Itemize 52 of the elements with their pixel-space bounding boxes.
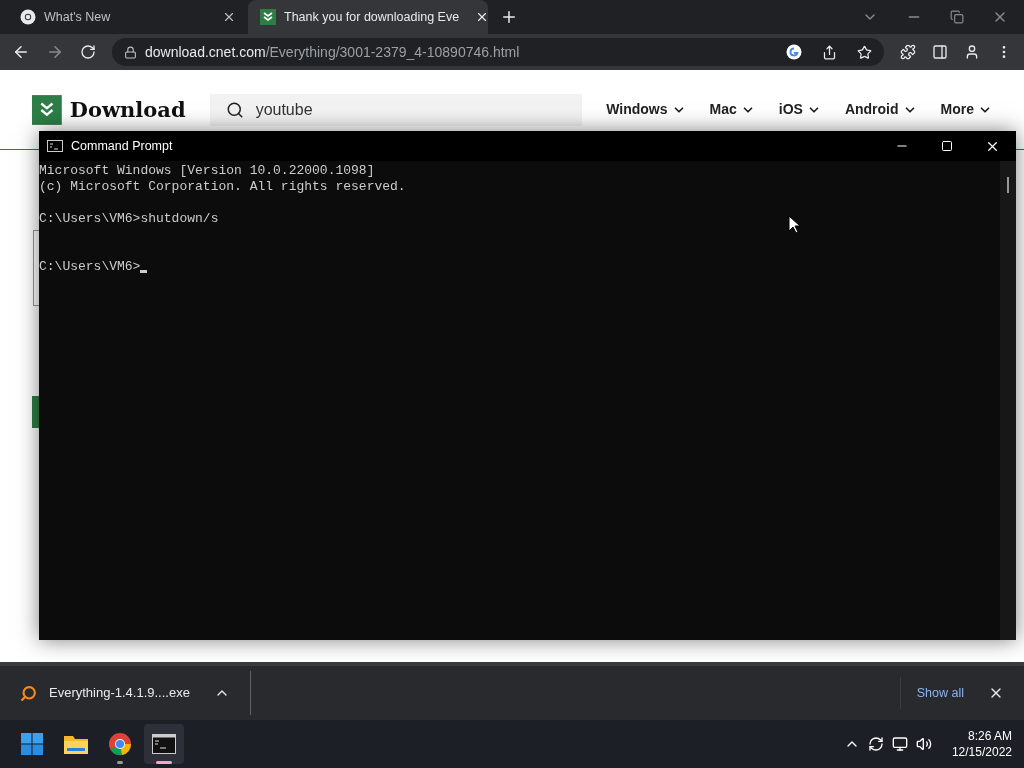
lock-icon	[124, 45, 137, 59]
forward-icon[interactable]	[46, 43, 64, 61]
nav-menu[interactable]: Android	[844, 99, 917, 120]
url-path: /Everything/3001-2379_4-10890746.html	[265, 42, 520, 62]
star-icon[interactable]	[857, 44, 872, 60]
url-host: download.cnet.com	[145, 42, 266, 62]
window-title: Command Prompt	[71, 137, 173, 155]
share-icon[interactable]	[822, 44, 837, 60]
taskbar-app[interactable]	[144, 724, 184, 764]
nav-menu[interactable]: iOS	[778, 99, 821, 120]
close-icon[interactable]	[222, 10, 236, 24]
restore-icon[interactable]	[950, 10, 964, 24]
download-file-name[interactable]: Everything-1.4.1.9....exe	[49, 683, 190, 703]
volume-icon[interactable]	[915, 736, 932, 752]
new-tab-icon[interactable]	[500, 8, 518, 26]
download-favicon-icon	[260, 9, 276, 25]
tab-title: What's New	[44, 8, 111, 26]
clock-date[interactable]: 12/15/2022	[951, 744, 1012, 760]
reload-icon[interactable]	[80, 44, 96, 60]
terminal-icon	[152, 734, 176, 754]
network-icon[interactable]	[891, 736, 908, 752]
address-field[interactable]: download.cnet.com/Everything/3001-2379_4-10890746.html	[112, 38, 884, 66]
sync-icon[interactable]	[867, 736, 884, 752]
console-line: Microsoft Windows [Version 10.0.22000.1098]	[39, 163, 375, 179]
side-panel-icon[interactable]	[932, 44, 948, 60]
tab-title: Thank you for downloading Eve	[284, 8, 460, 26]
scrollbar[interactable]	[1000, 161, 1016, 640]
windows-logo-icon	[20, 732, 44, 756]
magnifier-icon	[20, 684, 37, 702]
site-logo[interactable]: Download	[69, 93, 186, 126]
button-edge	[32, 396, 39, 428]
console-line: C:\Users\VM6>shutdown/s	[39, 211, 219, 227]
clock-time[interactable]: 8:26 AM	[967, 728, 1012, 744]
console-line: (c) Microsoft Corporation. All rights reserved.	[39, 179, 406, 195]
download-logo-icon	[32, 93, 62, 126]
google-icon[interactable]	[786, 44, 802, 60]
back-icon[interactable]	[12, 43, 30, 61]
search-icon	[225, 100, 244, 119]
maximize-icon[interactable]	[941, 140, 953, 152]
profile-icon[interactable]	[964, 44, 980, 60]
extensions-icon[interactable]	[900, 44, 916, 60]
nav-menu[interactable]: More	[940, 99, 992, 120]
nav-menu[interactable]: Mac	[709, 99, 755, 120]
search-field[interactable]: youtube	[209, 93, 583, 126]
browser-tab[interactable]: What's New	[8, 0, 248, 34]
browser-tab[interactable]: Thank you for downloading Eve	[248, 0, 488, 34]
mouse-pointer-icon	[788, 215, 800, 234]
search-value: youtube	[255, 99, 313, 120]
console-line: C:\Users\VM6>	[39, 259, 141, 275]
show-all-link[interactable]: Show all	[916, 683, 964, 703]
nav-menu[interactable]: Windows	[606, 99, 686, 120]
terminal-icon	[47, 140, 63, 152]
